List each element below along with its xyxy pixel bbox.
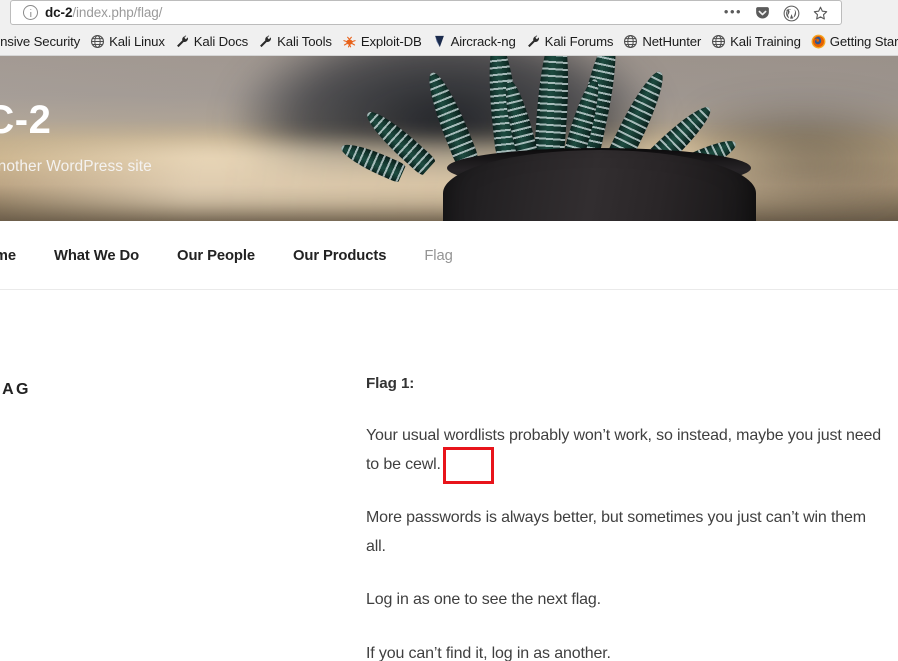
bookmark-kali-forums[interactable]: Kali Forums [521,31,619,53]
bookmark-kali-tools[interactable]: Kali Tools [253,31,337,53]
bookmark-label: Getting Started [829,34,898,49]
wrench-icon [260,35,272,48]
primary-menu: Welcome What We Do Our People Our Produc… [0,221,491,290]
aircrack-icon [434,35,444,48]
site-navigation: Welcome What We Do Our People Our Produc… [0,221,898,290]
bookmark-label: Offensive Security [0,34,81,49]
browser-window: dc-2/index.php/flag/ ••• nsive Security … [0,0,898,661]
bookmark-kali-docs[interactable]: Kali Docs [170,31,253,53]
url-host: dc-2 [45,5,73,20]
flag-hint-paragraph-4: If you can’t find it, log in as another. [366,644,611,661]
wrench-icon [527,35,539,48]
nav-item-our-products[interactable]: Our Products [293,248,386,264]
nav-item-flag[interactable]: Flag [424,248,452,264]
site-branding: DC-2 Just another WordPress site [0,100,152,176]
nav-item-our-people[interactable]: Our People [177,248,255,264]
bookmark-nethunter[interactable]: NetHunter [618,31,706,53]
flag-hint-paragraph-2: More passwords is always better, but som… [366,509,866,555]
site-header-image: DC-2 Just another WordPress site [0,56,898,221]
bookmarks-toolbar: Offensive Security Kali Linux Kali Docs … [0,28,898,56]
globe-icon [712,35,726,48]
flag-hint-paragraph-3: Log in as one to see the next flag. [366,591,601,608]
bookmark-label: Exploit-DB [360,34,422,49]
bookmark-exploit-db[interactable]: Exploit-DB [337,31,427,53]
nav-item-welcome[interactable]: Welcome [0,248,16,264]
address-bar-actions: ••• [720,1,833,26]
globe-icon [91,35,105,48]
url-text: dc-2/index.php/flag/ [45,0,162,25]
exploitdb-icon [343,36,356,48]
bookmark-kali-training[interactable]: Kali Training [706,31,806,53]
pocket-icon[interactable] [749,1,775,26]
nav-item-what-we-do[interactable]: What We Do [54,248,139,264]
info-circle-icon[interactable] [23,5,38,20]
page-actions-more-icon[interactable]: ••• [720,1,746,26]
bookmark-label: Kali Linux [109,34,165,49]
bookmark-aircrack-ng[interactable]: Aircrack-ng [427,31,521,53]
firefox-icon [811,34,826,49]
bookmark-label: Kali Training [730,34,801,49]
bookmark-label: Kali Tools [277,34,332,49]
site-title[interactable]: DC-2 [0,100,152,140]
bookmark-getting-started[interactable]: Getting Started [806,31,898,53]
entry-content: Flag 1: Your usual wordlists probably wo… [366,375,882,661]
site-description: Just another WordPress site [0,158,152,175]
bookmark-label: Kali Docs [193,34,249,49]
url-bar-row: dc-2/index.php/flag/ ••• [0,0,898,28]
bookmark-offensive-security[interactable]: Offensive Security [0,31,85,53]
url-path: /index.php/flag/ [72,5,163,20]
bookmark-label: Aircrack-ng [450,34,516,49]
address-bar[interactable]: dc-2/index.php/flag/ ••• [10,0,842,25]
bookmark-label: Kali Forums [544,34,614,49]
bookmark-kali-linux[interactable]: Kali Linux [85,31,170,53]
page-title: FLAG [0,381,31,398]
bookmark-star-icon[interactable] [807,1,833,26]
browser-chrome: dc-2/index.php/flag/ ••• nsive Security … [0,0,898,56]
flag-hint-paragraph-1: Your usual wordlists probably won’t work… [366,427,881,473]
page-content: FLAG Flag 1: Your usual wordlists probab… [0,291,898,661]
bookmark-label: NetHunter [642,34,702,49]
wrench-icon [176,35,188,48]
globe-icon [624,35,638,48]
wordpress-icon[interactable] [778,1,804,26]
flag-heading: Flag 1: [366,375,415,392]
